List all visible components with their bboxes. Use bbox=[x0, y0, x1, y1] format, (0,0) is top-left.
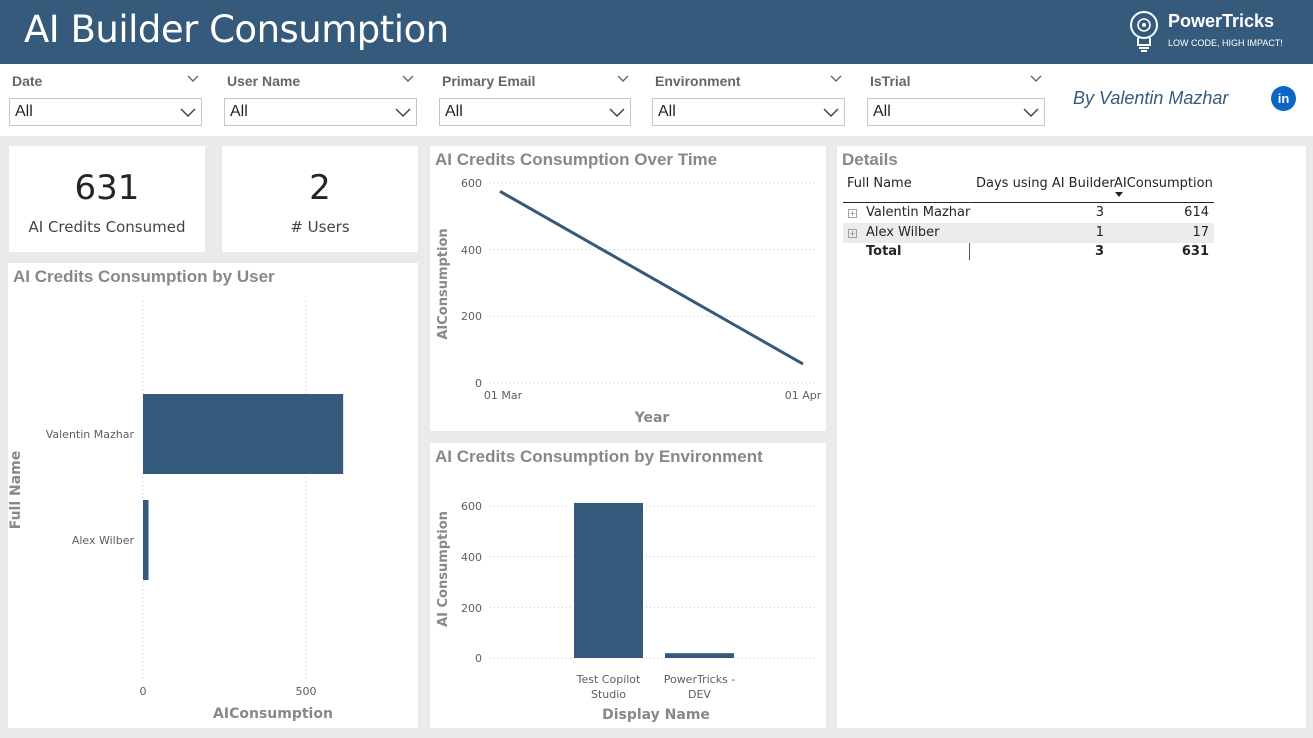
y-tick-label: 400 bbox=[461, 244, 482, 257]
y-tick-label: 200 bbox=[461, 310, 482, 323]
bar bbox=[143, 394, 344, 474]
y-axis-label: AIConsumption bbox=[436, 228, 451, 339]
x-tick-label: 0 bbox=[140, 685, 147, 698]
category-label: PowerTricks - bbox=[664, 673, 736, 686]
y-tick-label: 0 bbox=[475, 377, 482, 390]
chevron-down-icon[interactable] bbox=[401, 72, 415, 86]
total-label: Total bbox=[866, 244, 902, 259]
author-credit: By Valentin Mazhar bbox=[1073, 88, 1229, 108]
category-label: Test Copilot bbox=[576, 673, 641, 686]
slicer-dropdown[interactable]: All bbox=[9, 98, 202, 126]
slicer-value: All bbox=[445, 103, 463, 120]
total-consumption: 631 bbox=[1181, 244, 1209, 259]
chevron-down-icon bbox=[1023, 108, 1039, 118]
slicer-primary-email: Primary Email All bbox=[439, 64, 631, 134]
category-label: Valentin Mazhar bbox=[46, 428, 135, 441]
x-tick-label: 500 bbox=[296, 685, 317, 698]
kpi-value: 2 bbox=[309, 168, 331, 208]
chevron-down-icon bbox=[180, 108, 196, 118]
row-name: Valentin Mazhar bbox=[866, 205, 971, 220]
lightbulb-icon bbox=[1130, 11, 1158, 52]
x-tick-label: 01 Apr bbox=[785, 389, 822, 402]
table-title: Details bbox=[842, 150, 898, 169]
x-axis-label: AIConsumption bbox=[213, 706, 333, 722]
expand-icon[interactable]: + bbox=[848, 229, 857, 238]
y-tick-label: 600 bbox=[461, 500, 482, 513]
slicer-dropdown[interactable]: All bbox=[652, 98, 845, 126]
logo-name: PowerTricks bbox=[1168, 11, 1275, 31]
chevron-down-icon[interactable] bbox=[1029, 72, 1043, 86]
slicer-value: All bbox=[658, 103, 676, 120]
total-days: 3 bbox=[1094, 244, 1104, 259]
kpi-card-credits: 631 AI Credits Consumed bbox=[9, 146, 205, 252]
row-consumption: 17 bbox=[1192, 225, 1209, 240]
slicer-value: All bbox=[15, 103, 33, 120]
slicer-title: Primary Email bbox=[442, 73, 536, 89]
category-label: DEV bbox=[688, 688, 711, 701]
column-header-full-name[interactable]: Full Name bbox=[847, 176, 912, 191]
chevron-down-icon bbox=[609, 108, 625, 118]
y-axis-label: AI Consumption bbox=[436, 511, 451, 627]
linkedin-icon[interactable]: in bbox=[1271, 86, 1296, 111]
chart-over-time-plot: AIConsumption Year 600 400 200 0 01 Mar … bbox=[436, 177, 822, 426]
powertricks-logo: PowerTricks LOW CODE, HIGH IMPACT! bbox=[1128, 9, 1308, 55]
x-tick-label: 01 Mar bbox=[484, 389, 523, 402]
y-axis-label: Full Name bbox=[8, 451, 24, 530]
slicer-istrial: IsTrial All bbox=[867, 64, 1045, 134]
slicer-environment: Environment All bbox=[652, 64, 845, 134]
y-tick-label: 400 bbox=[461, 551, 482, 564]
chevron-down-icon[interactable] bbox=[186, 72, 200, 86]
sort-descending-icon bbox=[1115, 192, 1123, 197]
y-tick-label: 600 bbox=[461, 177, 482, 190]
column-header-consumption[interactable]: AIConsumption bbox=[1114, 176, 1213, 191]
slicer-title: User Name bbox=[227, 73, 301, 89]
kpi-label: # Users bbox=[290, 218, 350, 236]
kpi-value: 631 bbox=[74, 168, 140, 208]
logo-tagline: LOW CODE, HIGH IMPACT! bbox=[1168, 38, 1283, 48]
chart-by-user-plot: Full Name AIConsumption 0 500 Valentin M… bbox=[8, 301, 344, 722]
slicer-user-name: User Name All bbox=[224, 64, 417, 134]
slicer-title: Date bbox=[12, 73, 43, 89]
bar bbox=[143, 500, 149, 580]
slicer-title: Environment bbox=[655, 73, 741, 89]
chevron-down-icon bbox=[823, 108, 839, 118]
x-axis-label: Year bbox=[634, 410, 670, 426]
slicer-value: All bbox=[230, 103, 248, 120]
kpi-card-users: 2 # Users bbox=[222, 146, 418, 252]
kpi-label: AI Credits Consumed bbox=[28, 218, 186, 236]
series-line bbox=[499, 190, 804, 366]
y-tick-label: 200 bbox=[461, 602, 482, 615]
chevron-down-icon[interactable] bbox=[829, 72, 843, 86]
chart-by-environment-plot: AI Consumption Display Name 600 400 200 … bbox=[436, 500, 816, 723]
filter-bar: Date All User Name All Primary Email All… bbox=[0, 64, 1313, 136]
x-axis-label: Display Name bbox=[602, 707, 710, 723]
y-tick-label: 0 bbox=[475, 652, 482, 665]
row-name: Alex Wilber bbox=[866, 225, 940, 240]
expand-icon[interactable]: + bbox=[848, 209, 857, 218]
chevron-down-icon bbox=[395, 108, 411, 118]
slicer-date: Date All bbox=[9, 64, 202, 134]
slicer-dropdown[interactable]: All bbox=[224, 98, 417, 126]
slicer-title: IsTrial bbox=[870, 73, 911, 89]
page-title: AI Builder Consumption bbox=[24, 8, 449, 51]
row-consumption: 614 bbox=[1184, 205, 1209, 220]
slicer-value: All bbox=[873, 103, 891, 120]
row-days: 1 bbox=[1095, 225, 1104, 240]
details-table-card: Details Full Name Days using AI Builder … bbox=[837, 146, 1306, 728]
row-days: 3 bbox=[1095, 205, 1104, 220]
slicer-dropdown[interactable]: All bbox=[439, 98, 631, 126]
chart-by-user: AI Credits Consumption by User Full Name… bbox=[8, 263, 418, 728]
chart-over-time: AI Credits Consumption Over Time AIConsu… bbox=[430, 146, 826, 431]
slicer-dropdown[interactable]: All bbox=[867, 98, 1045, 126]
category-label: Alex Wilber bbox=[72, 534, 135, 547]
chart-by-environment: AI Credits Consumption by Environment AI… bbox=[430, 443, 826, 728]
report-header: AI Builder Consumption PowerTricks LOW C… bbox=[0, 0, 1313, 64]
bar bbox=[574, 502, 643, 658]
chevron-down-icon[interactable] bbox=[616, 72, 630, 86]
column-header-days[interactable]: Days using AI Builder bbox=[976, 176, 1115, 191]
bar bbox=[665, 653, 734, 658]
category-label: Studio bbox=[591, 688, 626, 701]
